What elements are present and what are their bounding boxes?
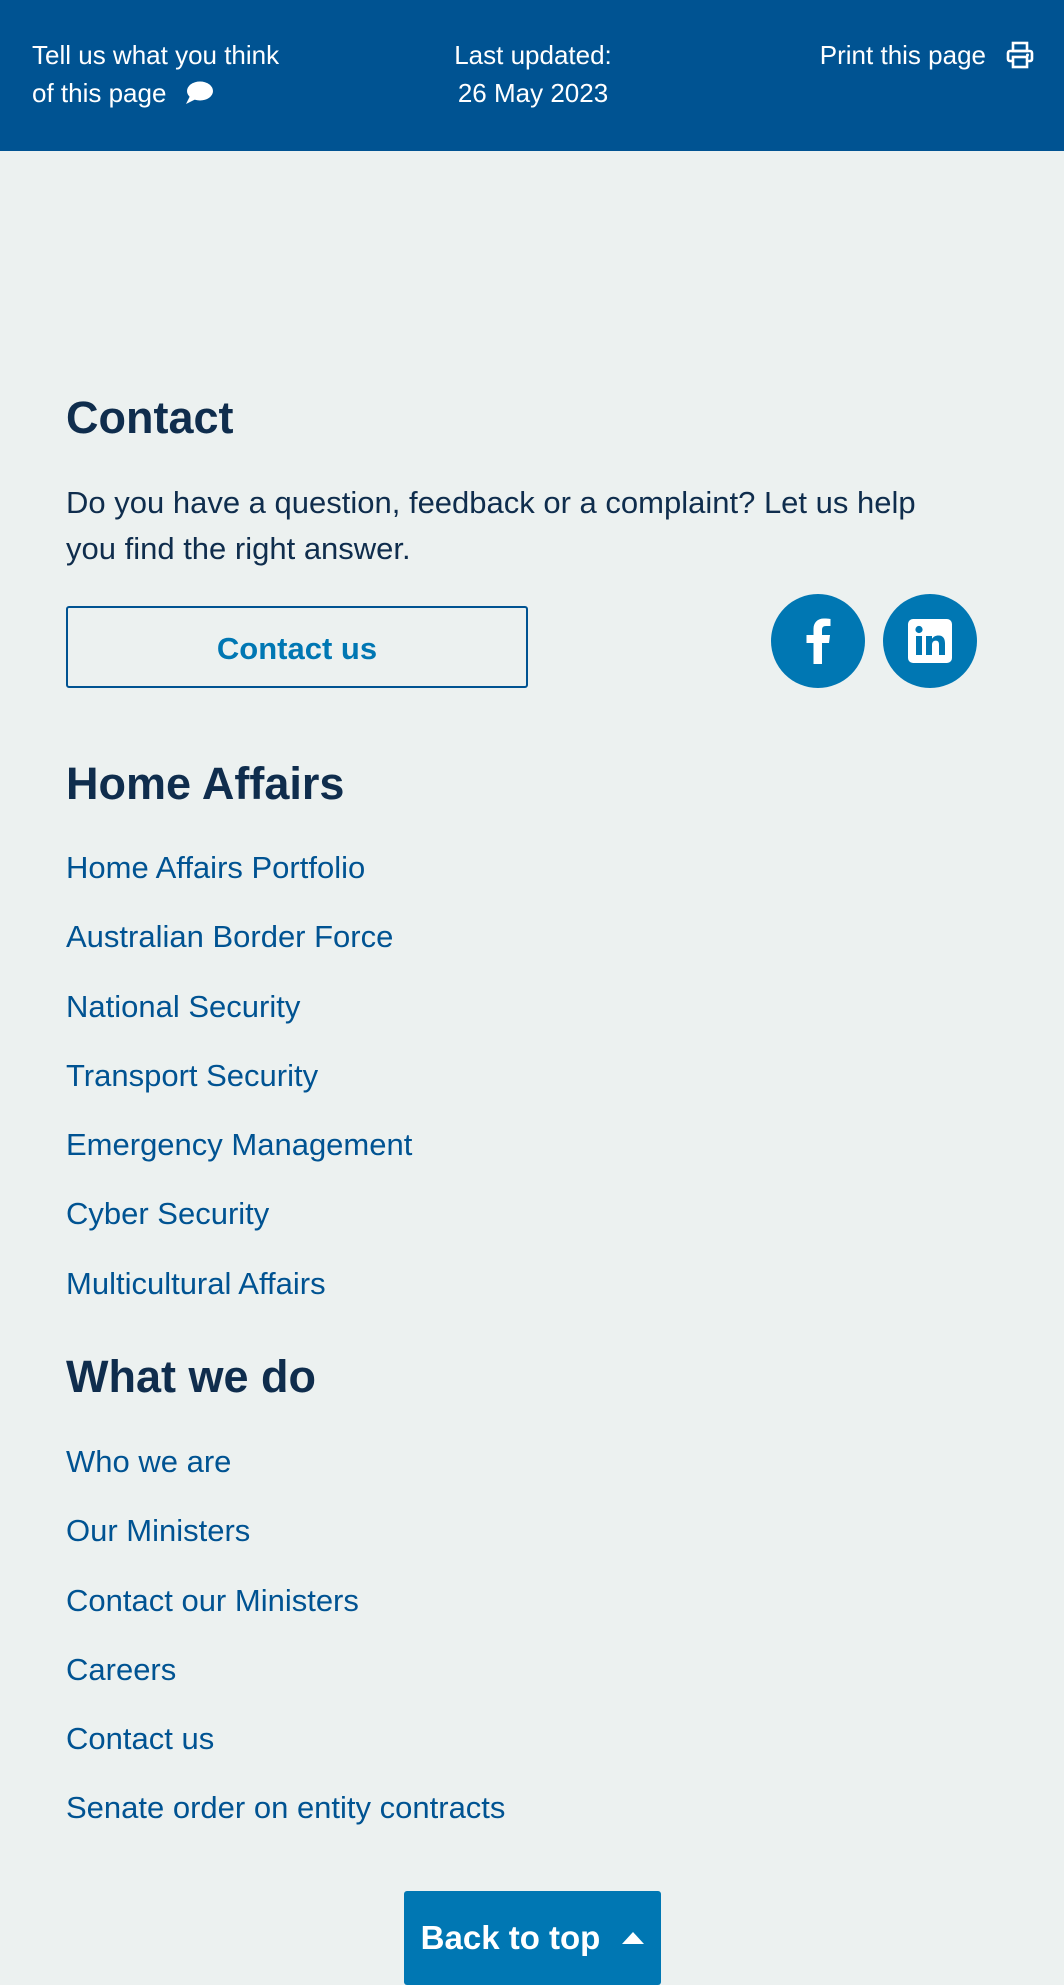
link-contact-our-ministers[interactable]: Contact our Ministers bbox=[66, 1581, 505, 1650]
link-contact-us[interactable]: Contact us bbox=[66, 1719, 505, 1788]
what-we-do-links: Who we are Our Ministers Contact our Min… bbox=[66, 1442, 505, 1858]
contact-heading: Contact bbox=[66, 392, 234, 443]
home-affairs-heading: Home Affairs bbox=[66, 758, 345, 809]
facebook-link[interactable] bbox=[771, 594, 865, 688]
link-who-we-are[interactable]: Who we are bbox=[66, 1442, 505, 1511]
back-to-top-button[interactable]: Back to top bbox=[404, 1891, 661, 1985]
link-cyber-security[interactable]: Cyber Security bbox=[66, 1194, 412, 1263]
feedback-link[interactable]: Tell us what you think of this page bbox=[32, 36, 332, 112]
print-page-label: Print this page bbox=[819, 40, 986, 70]
back-to-top-label: Back to top bbox=[420, 1919, 601, 1956]
link-senate-order[interactable]: Senate order on entity contracts bbox=[66, 1788, 505, 1857]
print-page-button[interactable]: Print this page bbox=[820, 36, 1034, 74]
last-updated-label: Last updated: bbox=[454, 40, 612, 70]
feedback-line-1: Tell us what you think bbox=[32, 40, 280, 70]
link-careers[interactable]: Careers bbox=[66, 1650, 505, 1719]
feedback-bar: Tell us what you think of this page Last… bbox=[0, 0, 1064, 151]
what-we-do-heading: What we do bbox=[66, 1351, 316, 1402]
link-national-security[interactable]: National Security bbox=[66, 987, 412, 1056]
last-updated: Last updated: 26 May 2023 bbox=[448, 36, 618, 112]
contact-us-button[interactable]: Contact us bbox=[66, 606, 528, 688]
facebook-icon bbox=[806, 618, 831, 664]
link-multicultural-affairs[interactable]: Multicultural Affairs bbox=[66, 1264, 412, 1333]
printer-icon bbox=[1006, 41, 1034, 69]
linkedin-icon bbox=[908, 619, 952, 663]
linkedin-link[interactable] bbox=[883, 594, 977, 688]
feedback-line-2: of this page bbox=[32, 78, 167, 108]
speech-bubble-icon bbox=[186, 81, 214, 104]
link-emergency-management[interactable]: Emergency Management bbox=[66, 1125, 412, 1194]
feedback-line-2-wrap: of this page bbox=[32, 74, 214, 112]
link-transport-security[interactable]: Transport Security bbox=[66, 1056, 412, 1125]
caret-up-icon bbox=[622, 1932, 645, 1944]
link-australian-border-force[interactable]: Australian Border Force bbox=[66, 917, 412, 986]
link-our-ministers[interactable]: Our Ministers bbox=[66, 1511, 505, 1580]
contact-description: Do you have a question, feedback or a co… bbox=[66, 485, 916, 566]
last-updated-date: 26 May 2023 bbox=[457, 78, 609, 108]
home-affairs-links: Home Affairs Portfolio Australian Border… bbox=[66, 848, 412, 1333]
link-home-affairs-portfolio[interactable]: Home Affairs Portfolio bbox=[66, 848, 412, 917]
